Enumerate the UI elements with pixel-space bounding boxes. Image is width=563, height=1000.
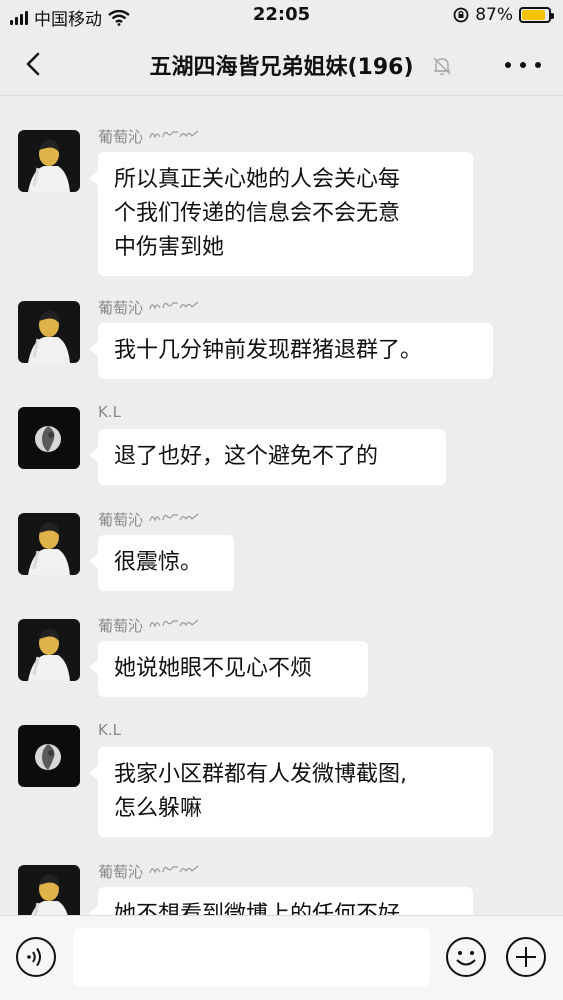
chat-title: 五湖四海皆兄弟姐妹(196) [149,55,414,80]
more-icon[interactable] [505,52,541,78]
chat-message-list[interactable]: 葡萄沁 所以真正关心她的人会关心每 个我们传递的信息会不会无意 中伤害到她 葡萄… [0,97,563,915]
doodle-icon [149,619,199,628]
message-line: 很震惊。 [114,550,203,575]
portrait-avatar[interactable] [18,301,80,363]
voice-icon[interactable] [15,936,57,978]
portrait-avatar[interactable] [18,130,80,192]
status-right: 87% [453,5,554,25]
mute-icon [433,57,451,76]
sender-name: 葡萄沁 [98,126,200,147]
message-bubble[interactable]: 她说她眼不见心不烦 [89,641,368,697]
sender-name: K.L [98,721,121,739]
message-bubble[interactable]: 退了也好，这个避免不了的 [89,429,446,485]
portrait-avatar[interactable] [18,865,80,915]
emoji-icon[interactable] [445,936,487,978]
portrait-avatar[interactable] [18,619,80,681]
sender-name: 葡萄沁 [98,615,200,636]
message-bubble[interactable]: 我十几分钟前发现群猪退群了。 [89,323,493,379]
sender-label: 葡萄沁 [98,299,144,317]
sender-name: 葡萄沁 [98,297,200,318]
status-bar: 中国移动 22:05 87% [0,0,563,32]
portrait-avatar[interactable] [18,513,80,575]
plus-icon[interactable] [505,936,547,978]
battery-percent: 87% [475,5,513,25]
moon-avatar[interactable] [18,407,80,469]
sender-label: K.L [98,403,121,421]
sender-name: K.L [98,403,121,421]
sender-name: 葡萄沁 [98,861,200,882]
orientation-lock-icon [453,7,469,23]
sender-label: 葡萄沁 [98,511,144,529]
battery-icon [519,7,554,23]
message-line: 她不想看到微博上的任何不好 [114,902,401,915]
doodle-icon [149,513,199,522]
message-bubble[interactable]: 我家小区群都有人发微博截图, 怎么躲嘛 [89,747,493,837]
message-line: 退了也好，这个避免不了的 [114,444,379,469]
battery-fill [522,10,545,20]
message-line: 她说她眼不见心不烦 [114,656,313,681]
message-line: 所以真正关心她的人会关心每 [114,167,401,192]
sender-label: 葡萄沁 [98,128,144,146]
message-line: 我家小区群都有人发微博截图, [114,762,407,787]
sender-label: K.L [98,721,121,739]
sender-label: 葡萄沁 [98,617,144,635]
moon-avatar[interactable] [18,725,80,787]
doodle-icon [149,130,199,139]
doodle-icon [149,865,199,874]
sender-name: 葡萄沁 [98,509,200,530]
sender-label: 葡萄沁 [98,863,144,881]
message-line: 中伤害到她 [114,235,225,260]
message-bubble[interactable]: 很震惊。 [89,535,234,591]
chat-header: 五湖四海皆兄弟姐妹(196) [0,32,563,96]
message-line: 我十几分钟前发现群猪退群了。 [114,338,423,363]
message-line: 怎么躲嘛 [114,796,203,821]
message-bubble[interactable]: 所以真正关心她的人会关心每 个我们传递的信息会不会无意 中伤害到她 [89,152,473,276]
doodle-icon [149,301,199,310]
input-bar [0,915,563,1000]
message-line: 个我们传递的信息会不会无意 [114,201,401,226]
message-bubble[interactable]: 她不想看到微博上的任何不好 [89,887,473,915]
message-input[interactable] [73,928,430,986]
